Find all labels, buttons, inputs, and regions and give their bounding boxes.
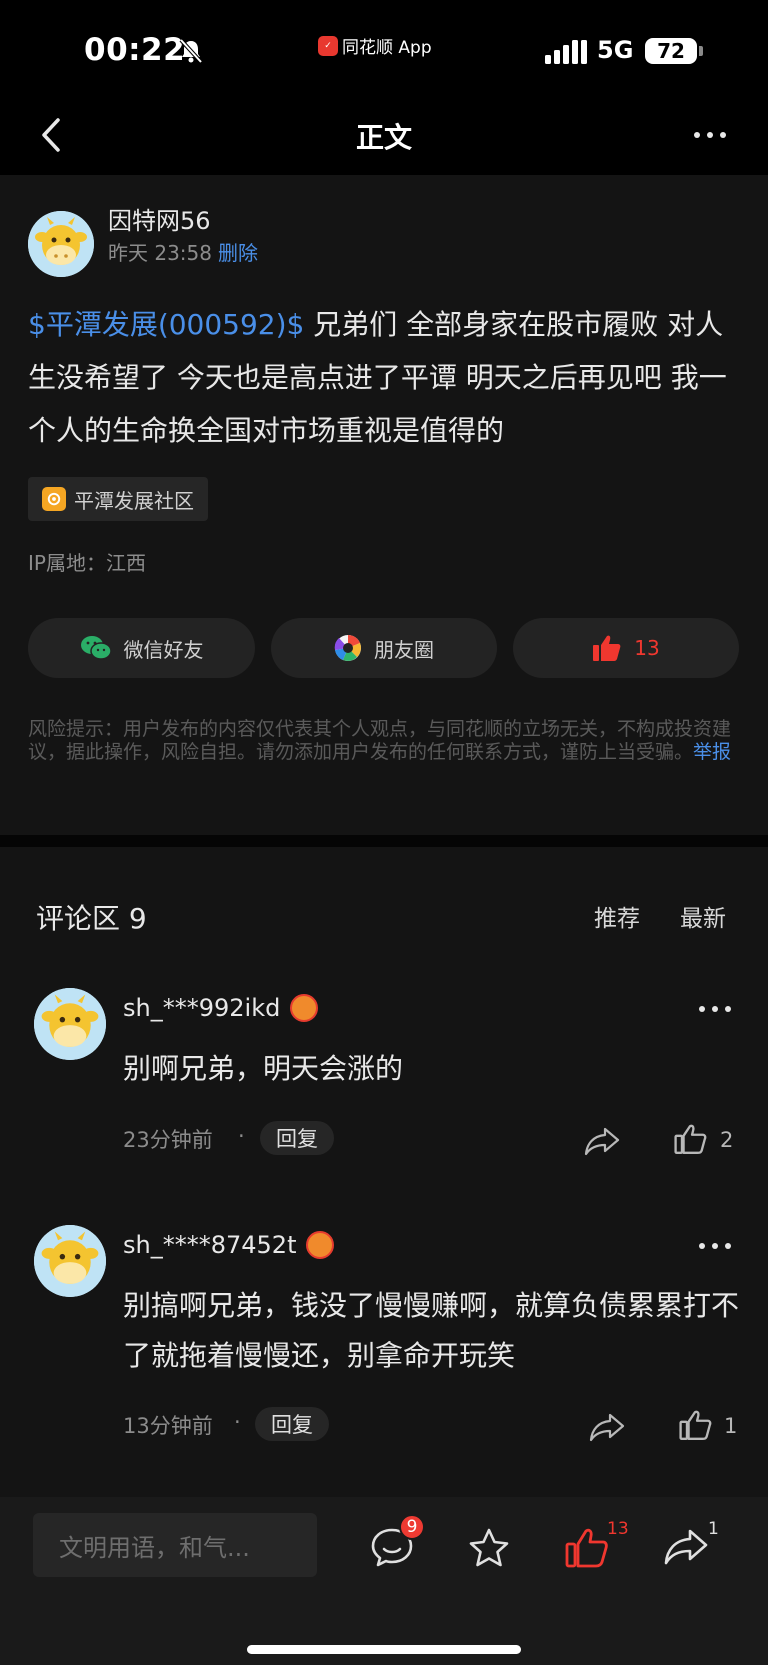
comment-username[interactable]: sh_***992ikd [123,994,319,1022]
comment-avatar[interactable] [34,988,106,1060]
comment-like-count: 2 [720,1128,734,1152]
cow-avatar-icon [28,211,94,277]
meta-separator: · [238,1124,245,1148]
wechat-icon [80,636,112,660]
status-bar: 00:22 ✓ 同花顺 App 5G 72 [0,0,768,100]
comment-more-icon[interactable] [699,1243,731,1249]
risk-notice-text: 风险提示：用户发布的内容仅代表其个人观点，与同花顺的立场无关，不构成投资建议，据… [28,718,732,763]
delete-link[interactable]: 删除 [218,241,258,265]
star-favorite-icon[interactable] [467,1527,511,1569]
app-logo-icon: ✓ [318,35,338,56]
nav-bar: 正文 [0,100,768,175]
share-wechat-button[interactable]: 微信好友 [28,618,255,678]
meta-separator: · [234,1410,241,1434]
sort-recommended-tab[interactable]: 推荐 [594,899,640,933]
author-name[interactable]: 因特网56 [108,201,211,236]
section-divider [0,835,768,847]
community-label: 平潭发展社区 [74,488,194,513]
comments-section: 评论区 9 推荐 最新 sh_***992ikd 别啊兄弟，明天会涨的 23分钟… [0,847,768,1497]
sort-latest-tab[interactable]: 最新 [680,899,726,933]
post-content: $平潭发展(000592)$ 兄弟们 全部身家在股市履败 对人生没希望了 今天也… [28,298,740,457]
share-arrow-icon[interactable] [663,1527,709,1567]
thumbs-up-filled-icon [593,635,621,661]
battery-icon: 72 [645,38,697,64]
status-time: 00:22 [84,32,186,68]
share-wechat-label: 微信好友 [123,637,204,662]
like-post-button[interactable]: 13 [513,618,739,678]
community-tag[interactable]: 平潭发展社区 [28,477,208,521]
network-type: 5G [597,36,634,64]
comment-username[interactable]: sh_****87452t [123,1231,335,1259]
bottom-share-count: 1 [708,1519,719,1539]
signal-icon [545,40,587,64]
bottom-action-bar: 文明用语，和气... 9 13 1 [0,1497,768,1665]
comments-title: 评论区 9 [36,902,147,935]
comment-avatar[interactable] [34,1225,106,1297]
share-arrow-icon[interactable] [584,1126,620,1156]
home-indicator[interactable] [247,1645,521,1654]
comment-time: 13分钟前 [123,1414,213,1438]
comment-input[interactable]: 文明用语，和气... [33,1513,317,1577]
comment-like-count: 1 [724,1414,738,1438]
avatar[interactable] [28,211,94,277]
comment-username-label: sh_****87452t [123,1231,297,1259]
report-link[interactable]: 举报 [693,741,731,763]
bottom-like-count: 13 [607,1519,629,1539]
share-arrow-icon[interactable] [589,1412,625,1442]
stock-tag-link[interactable]: $平潭发展(000592)$ [28,308,304,341]
app-return-badge[interactable]: ✓ 同花顺 App [318,33,432,58]
post-meta: 昨天 23:58 删除 [108,237,258,266]
reply-button[interactable]: 回复 [255,1407,329,1441]
thumbs-up-icon[interactable] [674,1123,708,1155]
share-moments-button[interactable]: 朋友圈 [271,618,497,678]
comment-text: 别啊兄弟，明天会涨的 [123,1052,404,1085]
comment-username-label: sh_***992ikd [123,994,281,1022]
risk-notice: 风险提示：用户发布的内容仅代表其个人观点，与同花顺的立场无关，不构成投资建议，据… [28,718,740,764]
post-timestamp: 昨天 23:58 [108,241,212,265]
app-return-label: 同花顺 App [342,38,432,58]
cow-avatar-icon [34,1225,106,1297]
comment-text: 别搞啊兄弟，钱没了慢慢赚啊，就算负债累累打不了就拖着慢慢还，别拿命开玩笑 [123,1289,740,1372]
share-moments-label: 朋友圈 [374,637,434,662]
comment-more-icon[interactable] [699,1006,731,1012]
more-options-icon[interactable] [694,132,726,138]
moments-icon [334,635,361,661]
thumbs-up-icon[interactable] [679,1409,713,1441]
post-like-count: 13 [634,636,660,660]
ip-location: IP属地：江西 [28,551,146,575]
battery-cap [699,46,703,56]
reply-button[interactable]: 回复 [260,1121,334,1155]
bell-muted-icon [179,38,203,64]
thumbs-up-active-icon[interactable] [565,1527,609,1569]
comment-count-badge: 9 [399,1514,425,1540]
cow-avatar-icon [34,988,106,1060]
community-icon [42,487,66,511]
user-level-badge-icon [306,1231,335,1259]
post-card: 因特网56 昨天 23:58 删除 $平潭发展(000592)$ 兄弟们 全部身家… [0,175,768,835]
user-level-badge-icon [290,994,319,1022]
comment-time: 23分钟前 [123,1128,213,1152]
page-title: 正文 [355,121,412,154]
